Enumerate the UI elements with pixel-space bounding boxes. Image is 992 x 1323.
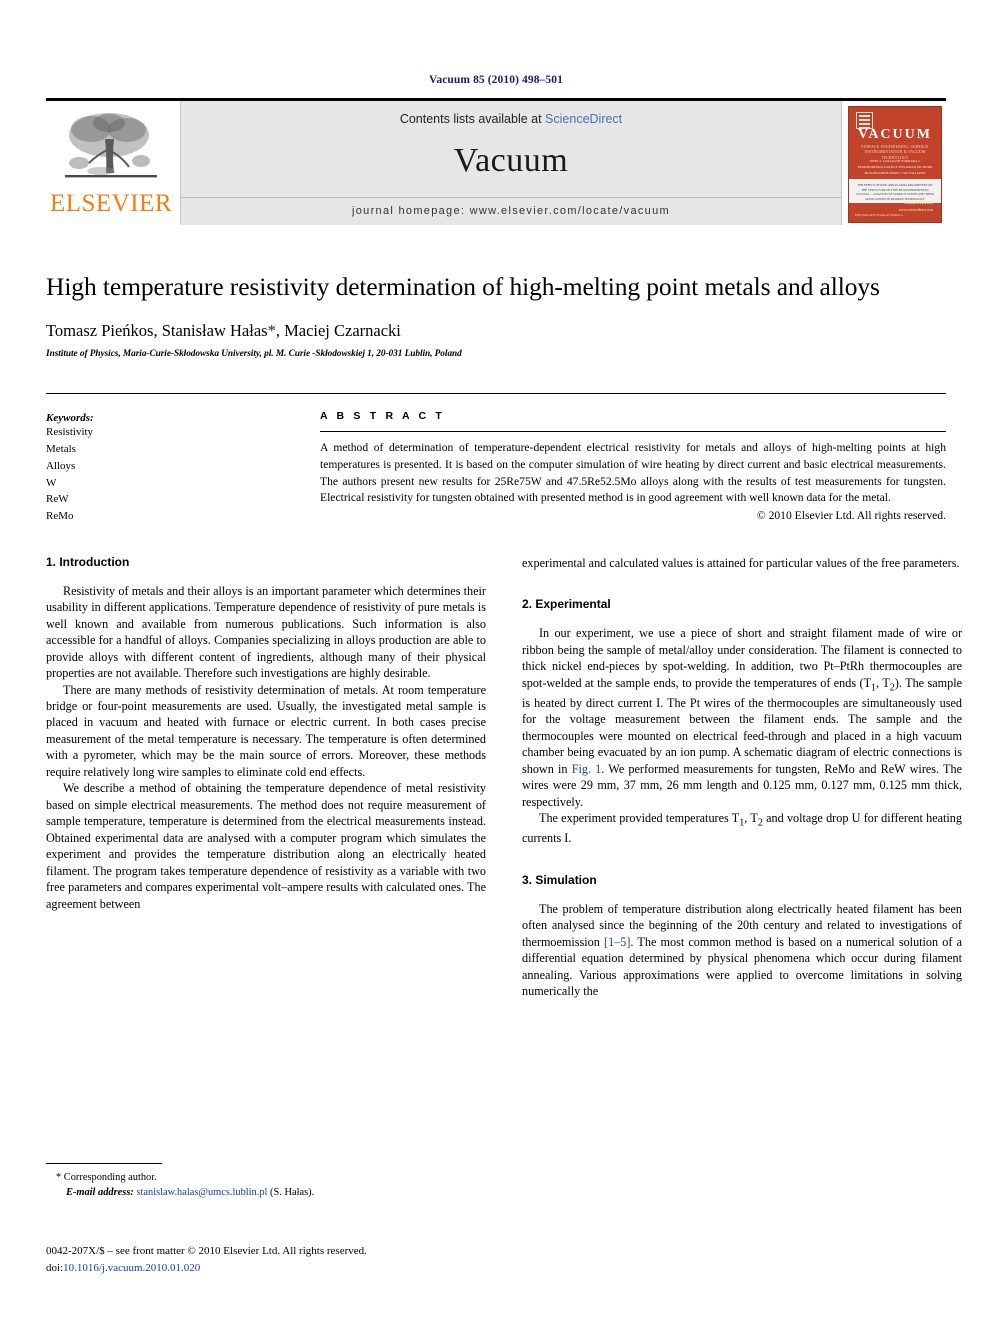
cover-available-label: Available online at bbox=[905, 194, 933, 199]
contents-prefix: Contents lists available at bbox=[399, 112, 546, 126]
body-columns: 1. Introduction Resistivity of metals an… bbox=[46, 555, 962, 1000]
keyword-item: Resistivity bbox=[46, 426, 94, 439]
cover-site: www.sciencedirect.com bbox=[898, 208, 933, 213]
abstract-block: A B S T R A C T A method of determinatio… bbox=[320, 394, 946, 524]
cover-sciencedirect-mark: Available online at ScienceDirect www.sc… bbox=[899, 195, 933, 215]
keyword-item: Alloys bbox=[46, 459, 76, 472]
cover-issn-line: ISSN 0042-207X Volume 85 Number 4 bbox=[855, 213, 903, 217]
page-title: High temperature resistivity determinati… bbox=[46, 272, 880, 301]
author-list: Tomasz Pieńkos, Stanisław Hałas*, Maciej… bbox=[46, 321, 946, 341]
elsevier-logo: ELSEVIER bbox=[46, 101, 180, 225]
keywords-block: Keywords: Resistivity Metals Alloys W Re… bbox=[46, 394, 278, 524]
paragraph: The problem of temperature distribution … bbox=[522, 901, 962, 1000]
paragraph: Resistivity of metals and their alloys i… bbox=[46, 583, 486, 681]
citation-link[interactable]: [1–5] bbox=[604, 935, 630, 949]
journal-title: Vacuum bbox=[453, 141, 569, 179]
text-run: The experiment provided temperatures T bbox=[539, 811, 740, 825]
paragraph: The experiment provided temperatures T1,… bbox=[522, 810, 962, 847]
issn-line: 0042-207X/$ – see front matter © 2010 El… bbox=[46, 1245, 367, 1257]
authors-pre: Tomasz Pieńkos, Stanisław Hałas bbox=[46, 321, 268, 341]
email-suffix: (S. Hałas). bbox=[270, 1187, 315, 1199]
abstract-rule bbox=[320, 431, 946, 433]
keyword-item: W bbox=[46, 476, 57, 489]
abstract-heading: A B S T R A C T bbox=[320, 410, 445, 423]
paragraph: There are many methods of resistivity de… bbox=[46, 682, 486, 779]
masthead-center: Contents lists available at ScienceDirec… bbox=[180, 101, 842, 225]
figure-link[interactable]: Fig. 1 bbox=[572, 762, 602, 776]
keyword-item: ReMo bbox=[46, 509, 74, 522]
right-column: experimental and calculated values is at… bbox=[522, 555, 962, 1000]
paragraph-continued: experimental and calculated values is at… bbox=[522, 555, 960, 570]
paragraph: We describe a method of obtaining the te… bbox=[46, 781, 486, 911]
email-note: E-mail address: stanislaw.halas@umcs.lub… bbox=[46, 1185, 486, 1200]
corresponding-author-footnote: * Corresponding author. E-mail address: … bbox=[46, 1163, 486, 1200]
abstract-area: Keywords: Resistivity Metals Alloys W Re… bbox=[46, 393, 946, 524]
elsevier-wordmark: ELSEVIER bbox=[49, 190, 173, 217]
text-run: , T bbox=[876, 675, 890, 690]
authors-post: , Maciej Czarnacki bbox=[275, 321, 401, 341]
journal-homepage-link[interactable]: journal homepage: www.elsevier.com/locat… bbox=[181, 197, 841, 225]
corresponding-author-marker[interactable]: * bbox=[268, 321, 276, 340]
cover-editors: JOHN A. COLLIGON BARBARA J. PROKHORENKO … bbox=[857, 159, 933, 175]
doi-link[interactable]: 10.1016/j.vacuum.2010.01.020 bbox=[63, 1262, 200, 1274]
page-footer: 0042-207X/$ – see front matter © 2010 El… bbox=[46, 1243, 506, 1276]
text-run: , T bbox=[744, 811, 758, 825]
title-block: High temperature resistivity determinati… bbox=[46, 271, 946, 359]
running-head: Vacuum 85 (2010) 498–501 bbox=[429, 74, 563, 86]
cover-title: VACUUM bbox=[858, 127, 932, 142]
section-heading-experimental: 2. Experimental bbox=[522, 597, 611, 612]
abstract-copyright: © 2010 Elsevier Ltd. All rights reserved… bbox=[756, 508, 946, 522]
doi-label: doi: bbox=[46, 1261, 64, 1274]
left-column: 1. Introduction Resistivity of metals an… bbox=[46, 555, 486, 1000]
footnote-rule bbox=[46, 1163, 162, 1164]
paragraph: In our experiment, we use a piece of sho… bbox=[522, 625, 962, 810]
cover-sciencedirect: ScienceDirect bbox=[903, 201, 933, 207]
sciencedirect-link[interactable]: ScienceDirect bbox=[545, 112, 622, 126]
section-heading-introduction: 1. Introduction bbox=[46, 554, 130, 569]
elsevier-tree-icon bbox=[65, 113, 157, 178]
keyword-item: Metals bbox=[46, 443, 76, 456]
keyword-item: ReW bbox=[46, 493, 69, 506]
journal-cover-thumbnail: VACUUM SURFACE ENGINEERING, SURFACE INST… bbox=[842, 101, 946, 225]
email-label: E-mail address: bbox=[66, 1187, 134, 1199]
email-link[interactable]: stanislaw.halas@umcs.lublin.pl bbox=[136, 1187, 267, 1198]
article-page: Vacuum 85 (2010) 498–501 ELSEVIER Conten… bbox=[0, 0, 992, 1323]
journal-masthead: ELSEVIER Contents lists available at Sci… bbox=[46, 98, 946, 225]
contents-available-line: Contents lists available at ScienceDirec… bbox=[400, 112, 622, 126]
corresponding-author-note: * Corresponding author. bbox=[56, 1172, 157, 1183]
affiliation: Institute of Physics, Maria-Curie-Skłodo… bbox=[46, 349, 462, 360]
text-run: ). The sample is heated by direct curren… bbox=[522, 675, 962, 776]
section-heading-simulation: 3. Simulation bbox=[522, 872, 597, 887]
doi-line: doi:10.1016/j.vacuum.2010.01.020 bbox=[46, 1260, 506, 1277]
abstract-text: A method of determination of temperature… bbox=[320, 441, 946, 505]
keywords-heading: Keywords: bbox=[46, 412, 94, 425]
